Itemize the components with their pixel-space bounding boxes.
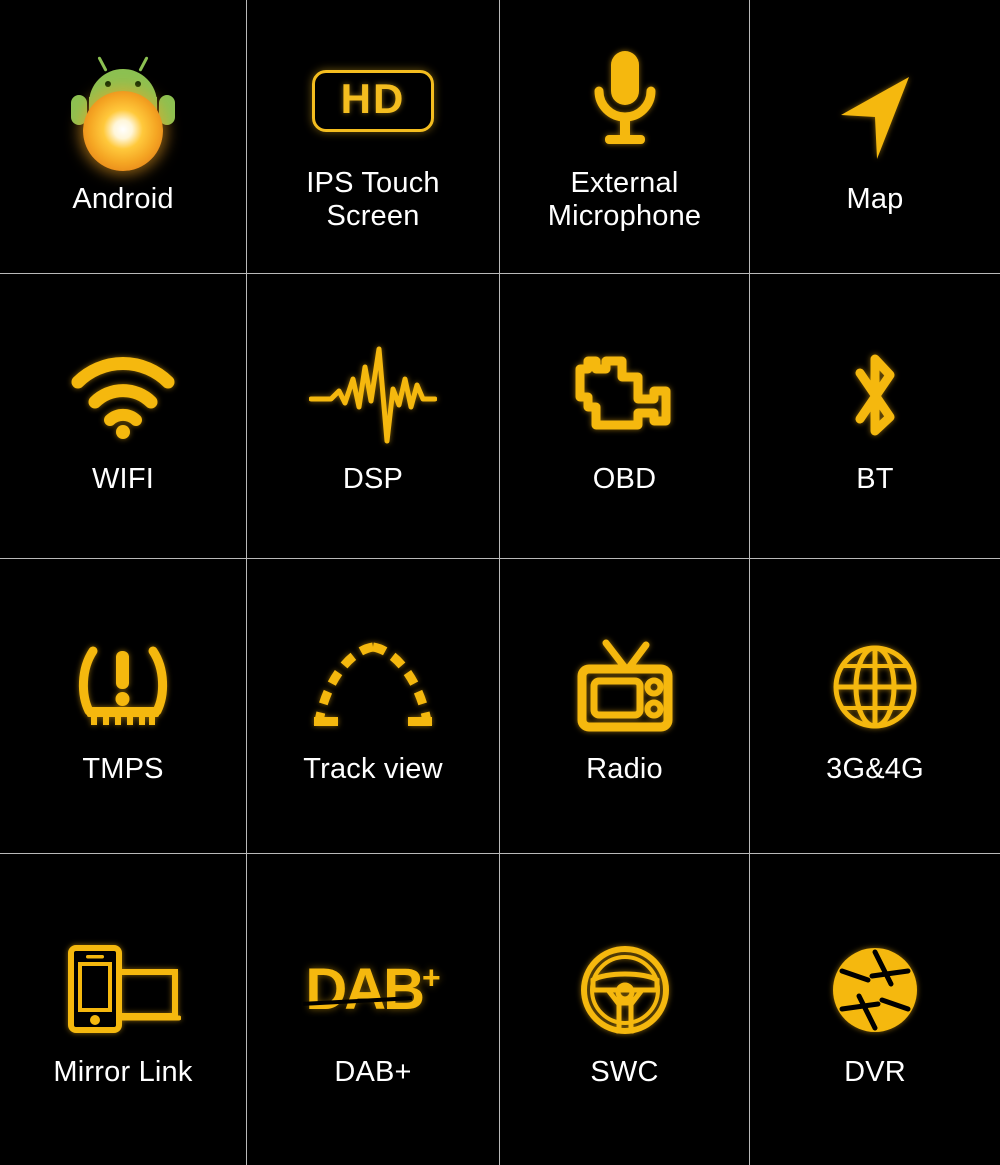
- feature-label: SWC: [590, 1056, 659, 1089]
- feature-label: DSP: [342, 462, 404, 495]
- feature-cell-track-view[interactable]: Track view: [247, 558, 500, 853]
- feature-cell-ips-touch[interactable]: HD IPS Touch Screen: [247, 0, 500, 273]
- feature-cell-dvr[interactable]: DVR: [750, 853, 1000, 1165]
- feature-cell-map[interactable]: Map: [750, 0, 1000, 273]
- feature-cell-tmps[interactable]: TMPS: [0, 558, 247, 853]
- feature-cell-ext-mic[interactable]: External Microphone: [500, 0, 750, 273]
- feature-cell-dsp[interactable]: DSP: [247, 273, 500, 558]
- feature-label: Track view: [303, 752, 443, 785]
- feature-label: Mirror Link: [53, 1056, 193, 1089]
- feature-cell-mirror-link[interactable]: Mirror Link: [0, 853, 247, 1165]
- camera-shutter-icon: [829, 930, 921, 1050]
- feature-cell-dab-plus[interactable]: DAB+ DAB+: [247, 853, 500, 1165]
- feature-label: WIFI: [91, 462, 154, 495]
- feature-cell-wifi[interactable]: WIFI: [0, 273, 247, 558]
- audio-waveform-icon: [309, 337, 437, 457]
- android-oreo-icon: [63, 57, 183, 177]
- hd-badge-icon: HD: [311, 41, 435, 161]
- dab-plus-wordmark-icon: DAB+: [303, 930, 441, 1050]
- hd-badge-text: HD: [311, 69, 435, 133]
- feature-cell-radio[interactable]: Radio: [500, 558, 750, 853]
- tv-radio-icon: [572, 627, 678, 747]
- navigation-arrow-icon: [825, 57, 925, 177]
- feature-label: External Microphone: [547, 167, 702, 232]
- feature-label: DVR: [844, 1056, 906, 1089]
- parking-guide-lines-icon: [308, 627, 438, 747]
- feature-cell-swc[interactable]: SWC: [500, 853, 750, 1165]
- feature-label: Android: [72, 183, 174, 216]
- globe-icon: [830, 627, 920, 747]
- feature-label: OBD: [592, 462, 657, 495]
- feature-cell-3g4g[interactable]: 3G&4G: [750, 558, 1000, 853]
- feature-cell-bt[interactable]: BT: [750, 273, 1000, 558]
- feature-label: BT: [856, 462, 894, 495]
- feature-label: DAB+: [334, 1056, 412, 1089]
- dab-plus-sign: +: [421, 959, 441, 996]
- feature-label: Radio: [586, 752, 663, 785]
- dab-wordmark-text: DAB: [305, 957, 425, 1023]
- bluetooth-icon: [840, 337, 910, 457]
- feature-label: TMPS: [82, 752, 164, 785]
- feature-label: IPS Touch Screen: [306, 167, 440, 232]
- feature-cell-obd[interactable]: OBD: [500, 273, 750, 558]
- microphone-icon: [579, 41, 671, 161]
- steering-wheel-icon: [578, 930, 672, 1050]
- tire-pressure-icon: [71, 627, 175, 747]
- phone-screen-mirror-icon: [65, 930, 181, 1050]
- feature-label: Map: [846, 183, 904, 216]
- check-engine-icon: [566, 337, 684, 457]
- feature-label: 3G&4G: [826, 752, 924, 785]
- feature-cell-android[interactable]: Android: [0, 0, 247, 273]
- feature-grid: Android HD IPS Touch Screen External Mic…: [0, 0, 1000, 1165]
- wifi-icon: [68, 337, 178, 457]
